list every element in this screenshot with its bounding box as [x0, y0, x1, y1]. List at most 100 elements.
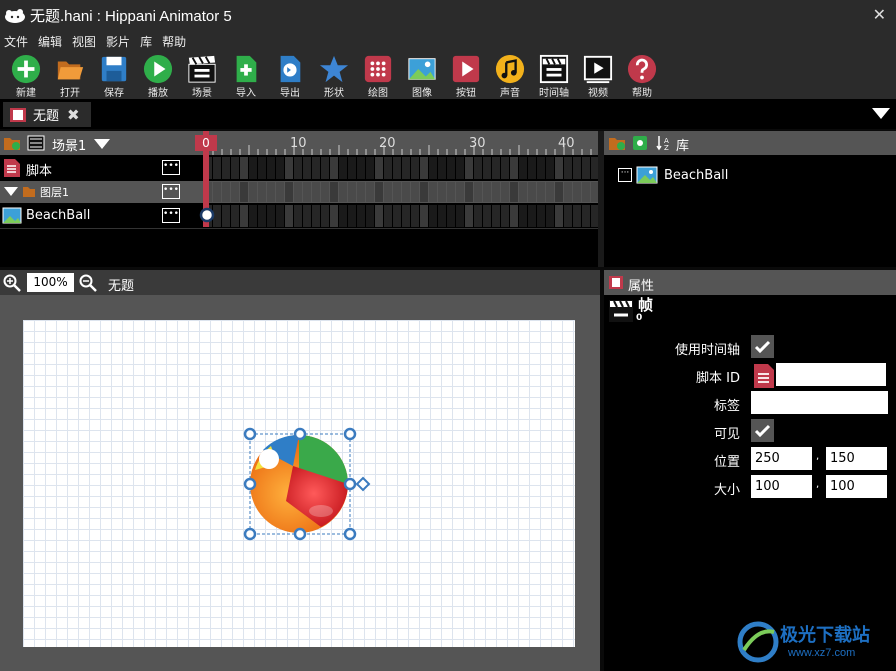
video-button[interactable]: 视频 — [576, 51, 620, 99]
timeline-row-beachball[interactable]: BeachBall ••• — [0, 204, 600, 228]
size-x-input[interactable]: 100 — [751, 475, 812, 498]
tab-document-label: 无题 — [33, 109, 60, 124]
tab-menu-chevron-down-icon[interactable] — [872, 108, 890, 119]
script-icon — [4, 159, 20, 177]
expand-item-button[interactable]: ··· — [618, 168, 632, 182]
ruler-ticks — [203, 145, 600, 155]
checkmark-icon — [754, 424, 771, 438]
play-icon — [143, 54, 173, 84]
close-tab-icon[interactable]: ✖ — [67, 106, 80, 124]
tag-input[interactable] — [751, 391, 888, 414]
position-x-input[interactable]: 250 — [751, 447, 812, 470]
button-button[interactable]: 按钮 — [444, 51, 488, 99]
zoom-in-icon[interactable] — [3, 274, 21, 292]
timeline-header: 场景1 10 20 30 40 — [0, 131, 600, 155]
collapse-layer-chevron-icon[interactable] — [4, 187, 18, 196]
menu-help[interactable]: 帮助 — [162, 33, 186, 50]
comma: , — [816, 451, 820, 462]
zoom-level-input[interactable]: 100% — [27, 273, 74, 292]
watermark-logo-icon — [737, 621, 779, 663]
script-id-input[interactable] — [776, 363, 886, 386]
frame-cells[interactable] — [194, 156, 600, 180]
draw-button[interactable]: 绘图 — [356, 51, 400, 99]
save-button[interactable]: 保存 — [92, 51, 136, 99]
frame-ruler[interactable] — [194, 131, 600, 155]
frame-number: 0 — [636, 313, 643, 323]
open-button[interactable]: 打开 — [48, 51, 92, 99]
timeline-button[interactable]: 时间轴 — [532, 51, 576, 99]
layer-options-button[interactable]: ••• — [162, 184, 180, 199]
menu-bar: 文件 编辑 视图 影片 库 帮助 — [0, 31, 896, 51]
settings-gear-icon[interactable] — [632, 135, 648, 151]
import-icon — [236, 55, 257, 83]
position-y-input[interactable]: 150 — [826, 447, 887, 470]
scene-dropdown-chevron-icon[interactable] — [94, 139, 110, 149]
script-id-label: 脚本 ID — [696, 371, 740, 386]
scene-selector[interactable]: 场景1 — [52, 135, 86, 154]
use-timeline-checkbox[interactable] — [751, 335, 774, 358]
tab-document[interactable]: 无题 ✖ — [3, 102, 91, 127]
help-button[interactable]: 帮助 — [620, 51, 664, 99]
menu-view[interactable]: 视图 — [72, 33, 96, 50]
size-y-input[interactable]: 100 — [826, 475, 887, 498]
play-button[interactable]: 播放 — [136, 51, 180, 99]
open-icon — [57, 61, 84, 80]
ruler-label-10: 10 — [290, 136, 307, 151]
scene-button[interactable]: 场景 — [180, 51, 224, 99]
scene-icon — [188, 55, 216, 83]
checkmark-icon — [754, 340, 771, 354]
shape-button[interactable]: 形状 — [312, 51, 356, 99]
draw-grid-icon — [364, 55, 392, 83]
new-button[interactable]: 新建 — [4, 51, 48, 99]
menu-movie[interactable]: 影片 — [106, 33, 130, 50]
timeline-clapper-icon — [539, 54, 569, 84]
menu-file[interactable]: 文件 — [4, 33, 28, 50]
sort-az-icon[interactable]: AZ — [656, 135, 674, 151]
properties-header: 属性 — [604, 270, 896, 295]
library-item-beachball[interactable]: ··· BeachBall — [618, 166, 728, 184]
export-button[interactable]: 导出 — [268, 51, 312, 99]
timeline-row-script[interactable]: 脚本 ••• — [0, 156, 600, 180]
sound-button[interactable]: 声音 — [488, 51, 532, 99]
stage-canvas[interactable] — [23, 320, 575, 647]
menu-library[interactable]: 库 — [140, 33, 152, 50]
stage-header: 100% 无题 — [0, 270, 600, 295]
beachball-selection[interactable] — [241, 426, 381, 546]
keyframe-marker[interactable] — [199, 207, 215, 223]
help-icon — [627, 54, 657, 84]
image-icon — [2, 207, 22, 224]
properties-panel: 属性 帧 0 使用时间轴 脚本 ID 标签 可见 位置 250 , 150 大小… — [604, 270, 896, 671]
watermark-title: 极光下载站 — [780, 625, 870, 645]
menu-edit[interactable]: 编辑 — [38, 33, 62, 50]
star-shape-icon — [319, 55, 349, 83]
ruler-label-40: 40 — [558, 136, 575, 151]
zoom-out-icon[interactable] — [79, 274, 97, 292]
document-tab-bar: 无题 ✖ — [0, 99, 896, 129]
add-layer-folder-icon[interactable] — [3, 135, 21, 151]
rotate-handle[interactable] — [355, 476, 371, 492]
frame-cells[interactable] — [194, 204, 600, 228]
image-button[interactable]: 图像 — [400, 51, 444, 99]
title-bar: 无题.hani : Hippani Animator 5 ✕ — [0, 0, 896, 31]
watermark-url: www.xz7.com — [788, 647, 856, 659]
playhead-frame-label[interactable]: 0 — [195, 135, 217, 151]
script-icon[interactable] — [753, 363, 775, 389]
close-window-button[interactable]: ✕ — [873, 5, 886, 24]
frame-cells[interactable] — [194, 181, 600, 203]
library-item-label: BeachBall — [664, 167, 729, 183]
layer-options-button[interactable]: ••• — [162, 160, 180, 175]
layer-name: 脚本 — [26, 164, 53, 179]
position-label: 位置 — [713, 455, 740, 470]
visible-checkbox[interactable] — [751, 419, 774, 442]
folder-icon — [23, 187, 35, 197]
button-play-icon — [452, 55, 480, 83]
layer-options-button[interactable]: ••• — [162, 208, 180, 223]
import-button[interactable]: 导入 — [224, 51, 268, 99]
video-icon — [583, 55, 613, 84]
timeline-row-layer[interactable]: 图层1 ••• — [0, 181, 600, 203]
export-icon — [280, 55, 301, 83]
add-folder-icon[interactable] — [608, 135, 626, 151]
toolbar: 新建 打开 保存 播放 场景 导入 导出 形状 绘图 图像 按钮 声音 时间轴 … — [0, 51, 896, 99]
properties-title: 属性 — [628, 279, 655, 294]
beachball-image[interactable] — [250, 434, 348, 533]
